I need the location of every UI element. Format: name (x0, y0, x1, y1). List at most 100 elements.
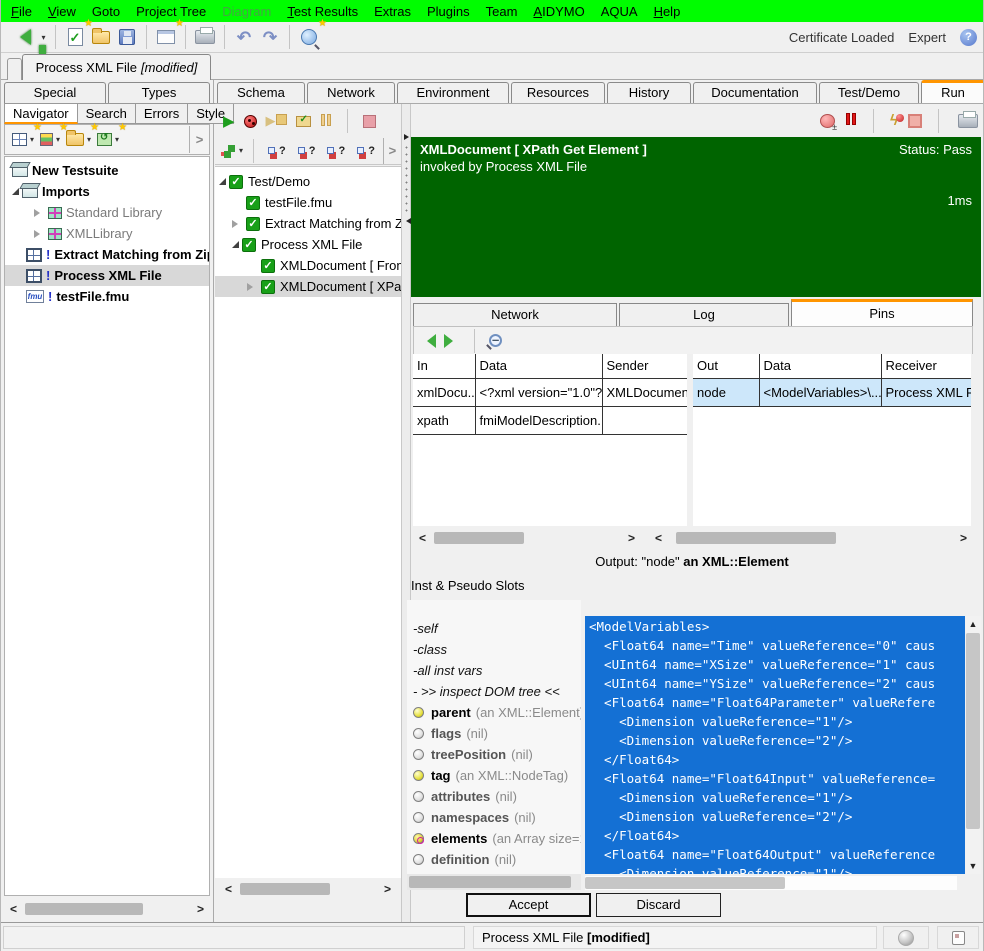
open-button[interactable] (88, 24, 114, 50)
tree-item-standard-library[interactable]: Standard Library (5, 202, 209, 223)
settings-search-button[interactable]: ★ (296, 24, 322, 50)
back-dropdown-icon[interactable]: ▾ (41, 33, 45, 42)
scroll-right-icon[interactable]: > (954, 531, 973, 545)
slot-flags[interactable]: flags(nil) (407, 723, 581, 744)
back-button[interactable]: ▾ (9, 24, 49, 50)
abort-button[interactable] (908, 114, 922, 128)
slot-class[interactable]: -class (407, 639, 581, 660)
slot-namespaces[interactable]: namespaces(nil) (407, 807, 581, 828)
redo-button[interactable]: ↷ (257, 24, 283, 50)
scroll-left-icon[interactable]: < (649, 531, 668, 545)
print-report-button[interactable] (955, 108, 981, 134)
pause-button[interactable] (320, 114, 332, 129)
scroll-thumb[interactable] (25, 903, 143, 915)
menu-plugins[interactable]: Plugins (419, 2, 478, 21)
value-inspector-text[interactable]: <ModelVariables> <Float64 name="Time" va… (585, 616, 965, 874)
tab-search[interactable]: Search (78, 103, 136, 124)
checkbox-checked-icon[interactable]: ✓ (229, 175, 243, 189)
scroll-left-icon[interactable]: < (219, 882, 238, 896)
tab-run[interactable]: Run (921, 80, 984, 103)
scroll-thumb[interactable] (240, 883, 330, 895)
tab-test-demo[interactable]: Test/Demo (819, 82, 919, 103)
menu-aqua[interactable]: AQUA (593, 2, 646, 21)
exec-item-xmldocument-from[interactable]: ✓ XMLDocument [ From File ] (215, 255, 401, 276)
debug-icon[interactable] (244, 115, 257, 128)
tab-errors[interactable]: Errors (136, 103, 188, 124)
slots-hscrollbar[interactable] (407, 874, 581, 890)
scroll-right-icon[interactable]: > (622, 531, 641, 545)
help-icon[interactable]: ? (960, 29, 977, 46)
expander-closed-icon[interactable] (34, 230, 44, 238)
prev-step-icon[interactable] (420, 334, 436, 348)
expander-closed-icon[interactable] (247, 283, 257, 291)
tab-pins-network[interactable]: Network (413, 303, 617, 326)
pause-execution-button[interactable] (845, 113, 857, 128)
menu-extras[interactable]: Extras (366, 2, 419, 21)
stop-button[interactable] (363, 115, 376, 128)
tab-documentation[interactable]: Documentation (693, 82, 817, 103)
exec-item-xmldocument-xpath[interactable]: ✓ XMLDocument [ XPath Get Element ] (215, 276, 401, 297)
exec-item-extract-matching[interactable]: ✓ Extract Matching from Zip (215, 213, 401, 234)
statusbar-notes-button[interactable] (937, 926, 979, 949)
new-list-button[interactable]: ★▾ (37, 128, 63, 152)
checkbox-checked-icon[interactable]: ✓ (242, 238, 256, 252)
col-data[interactable]: Data (759, 354, 881, 378)
scroll-left-icon[interactable]: < (4, 902, 23, 916)
discard-button[interactable]: Discard (596, 893, 721, 917)
slot-definition[interactable]: definition(nil) (407, 849, 581, 870)
slot-elements[interactable]: elements(an Array size=1) (407, 828, 581, 849)
print-button[interactable] (192, 24, 218, 50)
validate-button[interactable]: ✓★ (62, 24, 88, 50)
scroll-left-icon[interactable]: < (413, 531, 432, 545)
table-row[interactable]: xmlDocu.. <?xml version="1.0"?> XMLDocum… (413, 378, 689, 406)
document-tab[interactable]: Process XML File [modified] (22, 54, 211, 80)
exec-item-process-xml[interactable]: ✓ Process XML File (215, 234, 401, 255)
toolbar-overflow-button[interactable]: > (383, 138, 401, 164)
code-hscrollbar[interactable] (585, 876, 957, 890)
menu-view[interactable]: View (40, 2, 84, 21)
expander-open-icon[interactable] (232, 241, 239, 248)
col-out[interactable]: Out (693, 354, 759, 378)
checkbox-checked-icon[interactable]: ✓ (261, 259, 275, 273)
tab-environment[interactable]: Environment (397, 82, 509, 103)
exec-item-test-demo[interactable]: ✓ Test/Demo (215, 171, 401, 192)
table-row-selected[interactable]: node <ModelVariables>\... Process XML Fi… (693, 378, 973, 406)
menu-file[interactable]: File (3, 2, 40, 21)
menu-team[interactable]: Team (478, 2, 526, 21)
query-node-button-1[interactable]: ? (264, 143, 290, 159)
query-node-button-2[interactable]: ? (294, 143, 320, 159)
scroll-right-icon[interactable]: > (378, 882, 397, 896)
tab-history[interactable]: History (607, 82, 691, 103)
tree-item-process-xml-file[interactable]: ! Process XML File (5, 265, 209, 286)
checkbox-checked-icon[interactable]: ✓ (246, 217, 260, 231)
tree-item-testfile-fmu[interactable]: fmu ! testFile.fmu (5, 286, 209, 307)
tree-item-extract-matching[interactable]: ! Extract Matching from Zip A (5, 244, 209, 265)
slot-self[interactable]: -self (407, 618, 581, 639)
scroll-thumb[interactable] (676, 532, 836, 544)
scroll-track[interactable] (432, 531, 622, 545)
col-data[interactable]: Data (475, 354, 602, 378)
table-row[interactable]: xpath fmiModelDescription. (413, 406, 689, 434)
menu-project-tree[interactable]: Project Tree (128, 2, 214, 21)
splitter-handle[interactable] (405, 144, 408, 214)
scroll-track[interactable] (668, 531, 954, 545)
new-window-button[interactable]: ★ (153, 24, 179, 50)
menu-help[interactable]: Help (646, 2, 689, 21)
run-button[interactable]: ▶ (223, 114, 235, 129)
connector-button[interactable]: ▾ (221, 144, 243, 158)
scroll-thumb[interactable] (434, 532, 524, 544)
col-in[interactable]: In (413, 354, 475, 378)
collapse-left-icon[interactable] (403, 218, 411, 224)
tree-item-imports[interactable]: Imports (5, 181, 209, 202)
slot-treeposition[interactable]: treePosition(nil) (407, 744, 581, 765)
tab-stub[interactable] (7, 58, 22, 80)
tree-item-xmllibrary[interactable]: XMLLibrary (5, 223, 209, 244)
scroll-up-icon[interactable]: ▲ (965, 616, 981, 632)
tab-network[interactable]: Network (307, 82, 395, 103)
tab-pins[interactable]: Pins (791, 299, 973, 326)
new-folder-button[interactable]: ★▾ (63, 128, 94, 152)
scroll-track[interactable] (238, 882, 378, 896)
mail-report-icon[interactable] (296, 116, 311, 127)
col-sender[interactable]: Sender (602, 354, 689, 378)
debug-on-error-icon[interactable]: ϟ (890, 112, 898, 129)
